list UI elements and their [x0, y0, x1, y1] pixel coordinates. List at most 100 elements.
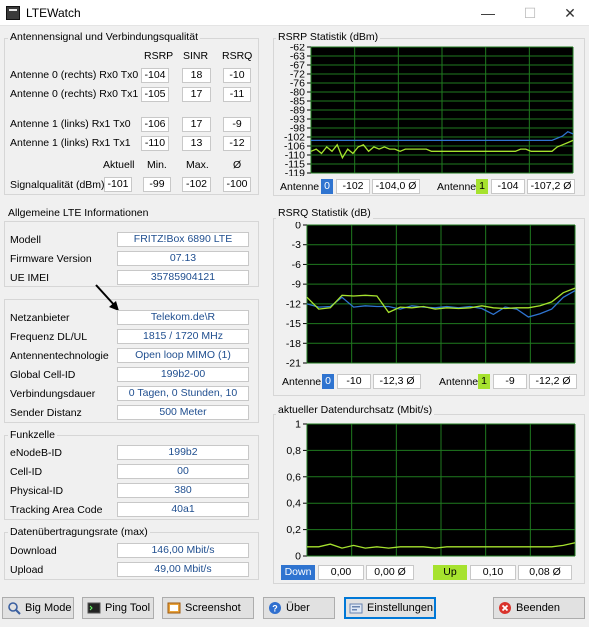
field-value: Telekom.de\R — [117, 310, 249, 325]
header-rsrq: RSRQ — [222, 50, 253, 62]
field-label: Netzanbieter — [10, 312, 70, 324]
antenna-0-badge: 0 — [321, 179, 333, 194]
rsrp-chart: -62-63-67-72-76-80-85-89-93-98-102-106-1… — [284, 44, 574, 177]
big-mode-label: Big Mode — [25, 602, 72, 614]
field-label: Verbindungsdauer — [10, 388, 96, 400]
header-aktuell: Aktuell — [103, 159, 135, 171]
y-tick-label: -9 — [292, 279, 301, 291]
rsrq-a1-current: -9 — [493, 374, 527, 389]
up-current: 0,10 — [470, 565, 516, 580]
y-tick-label: -12 — [286, 298, 301, 310]
antenna-1-badge: 1 — [478, 374, 490, 389]
minimize-button[interactable]: — — [473, 4, 503, 22]
field-value: 00 — [117, 464, 249, 479]
rsrq-a1-avg: -12,2 Ø — [529, 374, 577, 389]
field-value: FRITZ!Box 6890 LTE — [117, 232, 249, 247]
exit-button[interactable]: Beenden — [493, 597, 585, 619]
down-badge: Down — [281, 565, 315, 580]
rsrq-panel-title: RSRQ Statistik (dB) — [276, 207, 373, 219]
field-value: 146,00 Mbit/s — [117, 543, 249, 558]
field-label: Modell — [10, 234, 41, 246]
y-tick-label: 0 — [295, 222, 301, 232]
rsrp-a0-avg: -104,0 Ø — [372, 179, 420, 194]
field-label: Global Cell-ID — [10, 369, 76, 381]
field-value: 07.13 — [117, 251, 249, 266]
up-badge: Up — [433, 565, 467, 580]
antenna-1-badge: 1 — [476, 179, 488, 194]
field-label: Antennentechnologie — [10, 350, 109, 362]
close-circle-icon — [499, 602, 511, 614]
sinr-value: 17 — [182, 117, 211, 132]
funkzelle-title: Funkzelle — [8, 429, 57, 441]
y-tick-label: -18 — [286, 338, 301, 350]
quality-max: -102 — [182, 177, 211, 192]
y-tick-label: 0,6 — [286, 471, 301, 483]
y-tick-label: -3 — [292, 239, 301, 251]
throughput-panel-title: aktueller Datendurchsatz (Mbit/s) — [276, 404, 435, 416]
help-icon: ? — [269, 602, 281, 614]
settings-icon — [349, 603, 363, 614]
rsrq-chart: 0 -3 -6 -9 -12 -15 -18 -21 — [286, 222, 576, 370]
rsrp-value: -104 — [141, 68, 169, 83]
field-label: Physical-ID — [10, 485, 64, 497]
header-rsrp: RSRP — [144, 50, 174, 62]
screenshot-icon — [167, 602, 181, 614]
y-tick-label: -119 — [285, 168, 305, 177]
y-tick-label: -6 — [292, 259, 301, 271]
antenna-group-title: Antennensignal und Verbindungsqualität — [8, 31, 200, 43]
y-tick-label: 0,4 — [286, 498, 301, 510]
y-tick-label: 1 — [295, 420, 301, 431]
field-value: 199b2-00 — [117, 367, 249, 382]
magnifier-icon — [8, 602, 21, 615]
up-avg: 0,08 Ø — [518, 565, 572, 580]
settings-button[interactable]: Einstellungen — [344, 597, 436, 619]
field-label: Cell-ID — [10, 466, 43, 478]
field-value: 0 Tagen, 0 Stunden, 10 — [117, 386, 249, 401]
y-tick-label: 0,8 — [286, 445, 301, 457]
header-max: Max. — [186, 159, 209, 171]
field-label: Frequenz DL/UL — [10, 331, 88, 343]
about-button[interactable]: ? Über — [263, 597, 335, 619]
antenna-row-label: Antenne 1 (links) Rx1 Tx0 — [10, 118, 131, 130]
ping-tool-label: Ping Tool — [105, 602, 151, 614]
header-sinr: SINR — [183, 50, 209, 62]
antenna-label: Antenne — [439, 376, 479, 388]
field-value: 380 — [117, 483, 249, 498]
antenna-row-label: Antenne 0 (rechts) Rx0 Tx0 — [10, 69, 139, 81]
screenshot-button[interactable]: Screenshot — [162, 597, 254, 619]
y-tick-label: -21 — [286, 358, 301, 370]
field-value: 40a1 — [117, 502, 249, 517]
svg-text:?: ? — [272, 604, 278, 614]
field-value: 500 Meter — [117, 405, 249, 420]
exit-label: Beenden — [516, 602, 561, 614]
rsrq-a0-current: -10 — [337, 374, 371, 389]
rate-title: Datenübertragungsrate (max) — [8, 526, 150, 538]
lte-info-title: Allgemeine LTE Informationen — [6, 207, 151, 219]
field-label: Download — [10, 545, 57, 557]
antenna-label: Antenne — [280, 181, 320, 193]
header-avg: Ø — [233, 159, 242, 171]
field-value: 49,00 Mbit/s — [117, 562, 249, 577]
rsrp-value: -106 — [141, 117, 169, 132]
close-button[interactable]: ✕ — [555, 4, 585, 22]
rsrp-value: -105 — [141, 87, 169, 102]
big-mode-button[interactable]: Big Mode — [2, 597, 74, 619]
field-label: UE IMEI — [10, 272, 50, 284]
maximize-button[interactable]: ☐ — [515, 4, 545, 22]
field-label: Sender Distanz — [10, 407, 82, 419]
y-tick-label: -15 — [286, 318, 301, 330]
field-value: 35785904121 — [117, 270, 249, 285]
field-label: Upload — [10, 564, 44, 576]
rsrq-value: -11 — [223, 87, 251, 102]
quality-label: Signalqualität (dBm) — [10, 179, 105, 191]
y-tick-label: 0 — [295, 551, 301, 563]
field-label: eNodeB-ID — [10, 447, 62, 459]
rsrq-value: -9 — [223, 117, 251, 132]
quality-avg: -100 — [223, 177, 251, 192]
sinr-value: 17 — [182, 87, 211, 102]
ping-tool-button[interactable]: Ping Tool — [82, 597, 154, 619]
down-current: 0,00 — [318, 565, 364, 580]
window-title: LTEWatch — [26, 6, 81, 20]
rsrp-panel-title: RSRP Statistik (dBm) — [276, 31, 381, 43]
rsrp-a0-current: -102 — [336, 179, 370, 194]
